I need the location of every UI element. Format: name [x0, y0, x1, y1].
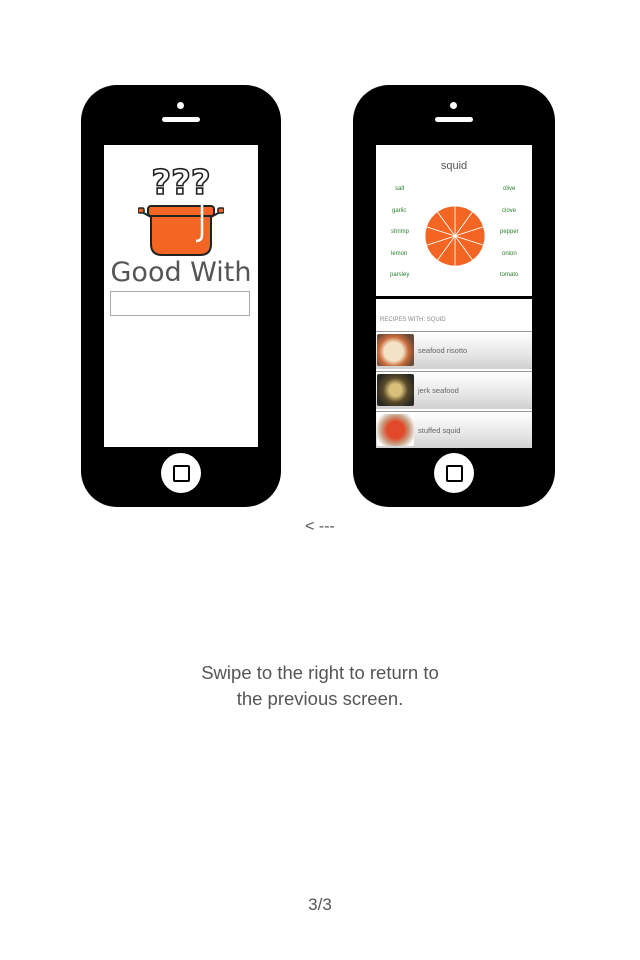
recipes-header: RECIPES WITH: SQUID: [380, 317, 446, 323]
app-title: Good With: [110, 257, 252, 288]
swipe-arrow: < ---: [305, 518, 335, 535]
camera-icon: [177, 102, 184, 109]
recipe-row[interactable]: stuffed squid: [376, 411, 532, 448]
recipe-row[interactable]: seafood risotto: [376, 331, 532, 369]
ingredient-wheel[interactable]: [423, 204, 487, 268]
question-marks: ???: [151, 162, 212, 204]
recipe-label: seafood risotto: [418, 346, 468, 355]
phone-screen-left: ??? Good With: [104, 145, 258, 447]
ingredient-title: squid: [440, 160, 468, 172]
phone-screen-right: squid salt garlic shrimp lemon parsley o…: [376, 145, 532, 448]
page-indicator: 3/3: [308, 895, 332, 914]
recipes-panel: RECIPES WITH: SQUID seafood risotto jerk…: [376, 299, 532, 448]
pot-icon: [138, 205, 224, 256]
recipe-thumbnail: [377, 374, 414, 406]
ingredient-label[interactable]: garlic: [392, 208, 406, 214]
ingredient-label[interactable]: salt: [395, 186, 404, 192]
recipe-thumbnail: [377, 334, 414, 366]
instruction-line: the previous screen.: [236, 688, 404, 709]
recipe-label: jerk seafood: [418, 386, 459, 395]
phone-mockup-right: squid salt garlic shrimp lemon parsley o…: [353, 85, 555, 507]
instruction-text: Swipe to the right to return to the prev…: [120, 660, 520, 712]
ingredient-label[interactable]: onion: [502, 251, 517, 257]
recipe-thumbnail: [377, 414, 414, 446]
home-button: [434, 453, 474, 493]
ingredient-search-input[interactable]: [110, 291, 250, 316]
ingredient-label[interactable]: clove: [502, 208, 516, 214]
speaker-icon: [435, 117, 473, 122]
speaker-icon: [162, 117, 200, 122]
home-button: [161, 453, 201, 493]
ingredient-label[interactable]: pepper: [500, 229, 519, 235]
ingredient-label[interactable]: shrimp: [391, 229, 409, 235]
camera-icon: [450, 102, 457, 109]
ingredient-wheel-panel: squid salt garlic shrimp lemon parsley o…: [376, 145, 532, 296]
phone-mockup-left: ??? Good With: [81, 85, 281, 507]
recipe-label: stuffed squid: [418, 426, 461, 435]
ingredient-label[interactable]: parsley: [390, 272, 409, 278]
ingredient-label[interactable]: lemon: [391, 251, 407, 257]
ingredient-label[interactable]: tomato: [500, 272, 518, 278]
instruction-line: Swipe to the right to return to: [201, 662, 439, 683]
recipe-row[interactable]: jerk seafood: [376, 371, 532, 409]
ingredient-label[interactable]: olive: [503, 186, 515, 192]
